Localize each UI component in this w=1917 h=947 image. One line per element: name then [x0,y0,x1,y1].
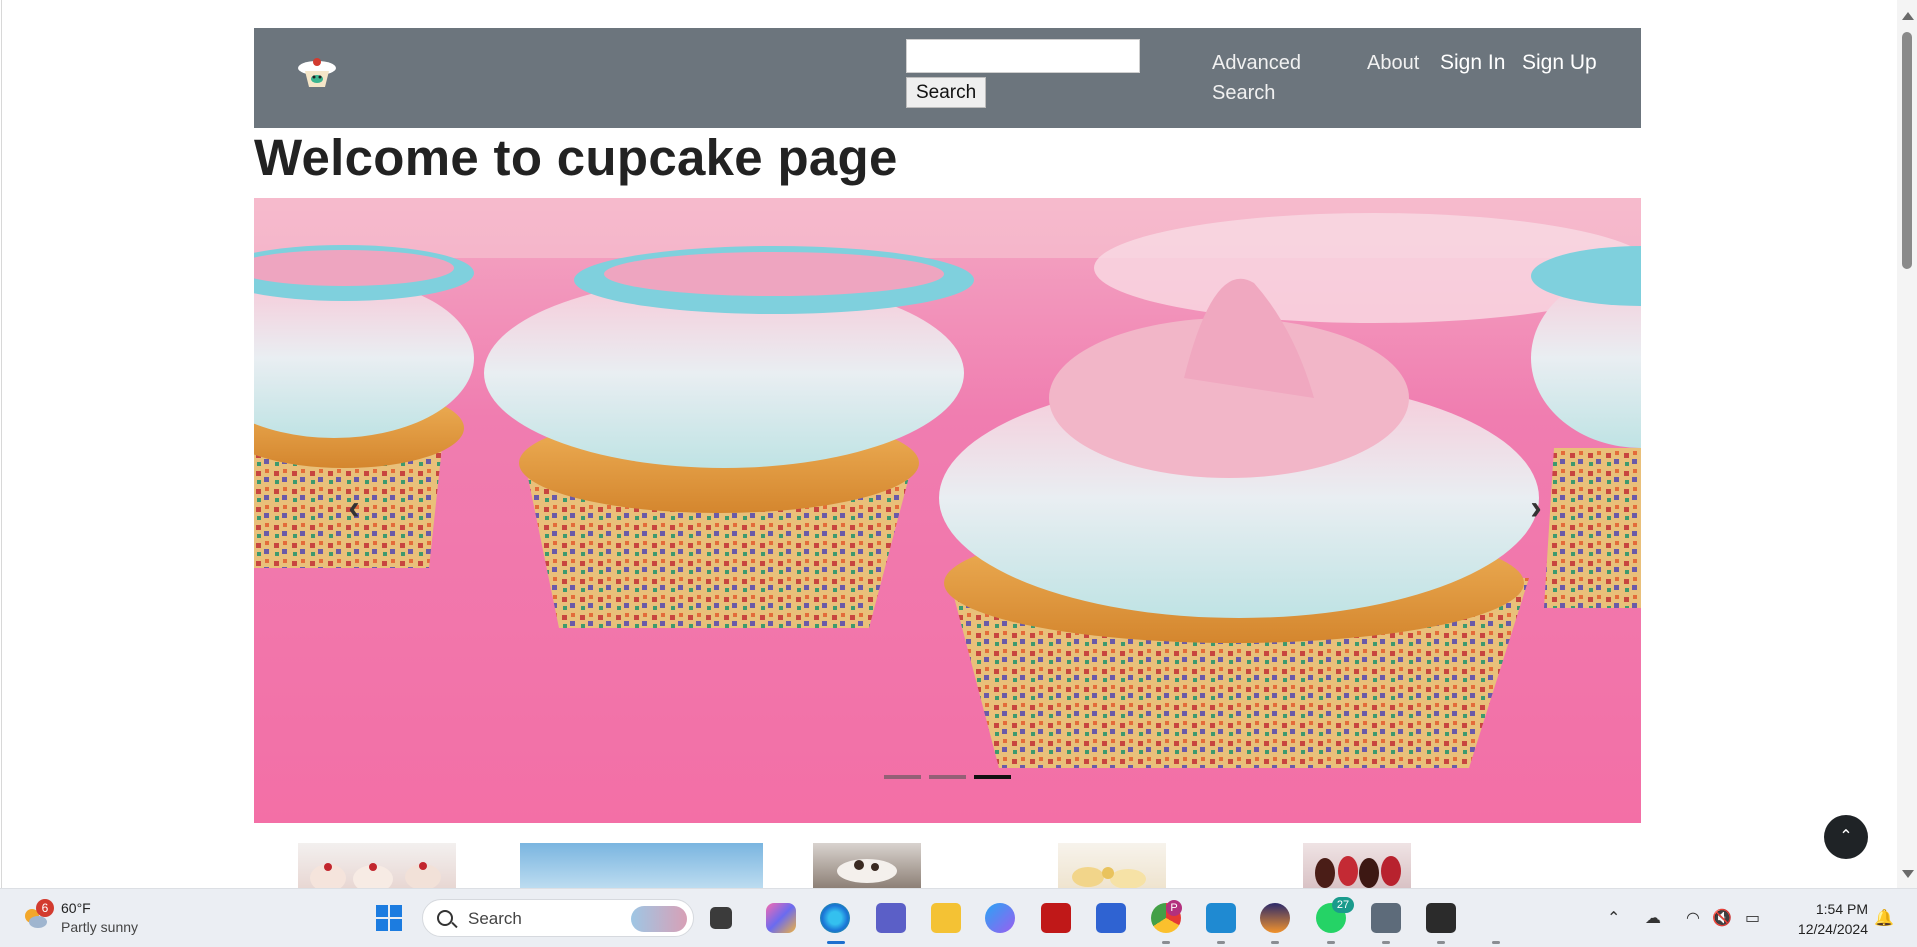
calculator-icon[interactable] [1371,903,1401,933]
thumbnail-2[interactable] [520,843,763,888]
cupcake-logo-icon[interactable] [294,56,340,92]
vscode-running-indicator [1217,941,1225,944]
thumbnail-3[interactable] [813,843,921,888]
vertical-scrollbar[interactable] [1897,0,1917,888]
teams-icon[interactable] [876,903,906,933]
clock-date: 12/24/2024 [1797,921,1868,937]
whatsapp-running-indicator [1327,941,1335,944]
task-view-icon[interactable] [710,907,732,929]
carousel-indicator-3[interactable] [974,775,1011,779]
navbar: Search Advanced Search About Sign In Sig… [254,28,1641,128]
edge-active-indicator [827,941,845,944]
browser-viewport: Search Advanced Search About Sign In Sig… [0,0,1917,888]
page-title: Welcome to cupcake page [254,129,898,186]
carousel-prev-icon[interactable]: ‹ [334,488,374,528]
battery-icon[interactable]: ▭ [1745,908,1760,928]
edge-browser-icon[interactable] [820,903,850,933]
taskbar: 6 60°F Partly sunny Search P 27 ⌃ ☁ ◠ 🔇 … [0,888,1917,947]
eclipse-icon[interactable] [1260,903,1290,933]
image-carousel[interactable]: ‹ › [254,198,1641,823]
thumbnail-strip [0,843,1917,888]
vscode-icon[interactable] [1206,903,1236,933]
thumbnail-5[interactable] [1303,843,1411,888]
extra-running-indicator [1492,941,1500,944]
photos-icon[interactable] [985,903,1015,933]
thumbnail-1[interactable] [298,843,456,888]
whatsapp-unread-badge: 27 [1332,897,1354,913]
calculator-running-indicator [1382,941,1390,944]
taskbar-search-box[interactable]: Search [422,899,694,937]
nav-about[interactable]: About [1367,48,1419,78]
carousel-slide-image [254,198,1641,823]
carousel-indicator-1[interactable] [884,775,921,779]
weather-description: Partly sunny [61,919,139,935]
windows-start-icon[interactable] [374,903,404,933]
file-explorer-icon[interactable] [931,903,961,933]
scrollbar-thumb[interactable] [1902,32,1912,269]
header-container: Search Advanced Search About Sign In Sig… [254,28,1641,128]
onedrive-icon[interactable]: ☁ [1645,908,1661,928]
microsoft-store-icon[interactable] [1096,903,1126,933]
volume-muted-icon[interactable]: 🔇 [1712,908,1732,928]
copilot-icon[interactable] [766,903,796,933]
system-clock[interactable]: 1:54 PM 12/24/2024 [1778,899,1868,939]
terminal-icon[interactable] [1426,903,1456,933]
wifi-icon[interactable]: ◠ [1686,908,1700,928]
search-icon [437,910,453,926]
chrome-running-indicator [1162,941,1170,944]
thumbnail-4[interactable] [1058,843,1166,888]
clock-time: 1:54 PM [1815,901,1868,917]
chrome-profile-badge: P [1166,900,1182,916]
eclipse-running-indicator [1271,941,1279,944]
mcafee-icon[interactable] [1041,903,1071,933]
weather-widget[interactable]: 6 60°F Partly sunny [18,899,148,939]
show-hidden-icons-chevron-icon[interactable]: ⌃ [1607,908,1620,928]
terminal-running-indicator [1437,941,1445,944]
weather-badge: 6 [36,899,54,917]
nav-sign-in[interactable]: Sign In [1440,48,1505,78]
carousel-indicator-2[interactable] [929,775,966,779]
carousel-indicators [884,775,1011,779]
nav-sign-up[interactable]: Sign Up [1522,48,1597,78]
search-highlight-image [631,906,687,932]
notifications-bell-icon[interactable]: 🔔 [1874,908,1894,928]
scroll-down-icon[interactable] [1902,870,1914,878]
weather-temperature: 60°F [61,900,91,916]
search-button[interactable]: Search [906,77,987,108]
taskbar-search-label: Search [468,909,522,928]
scroll-up-icon[interactable] [1902,12,1914,20]
nav-advanced-search[interactable]: Advanced Search [1212,48,1322,108]
carousel-next-icon[interactable]: › [1516,488,1556,528]
search-input[interactable] [906,39,1140,73]
